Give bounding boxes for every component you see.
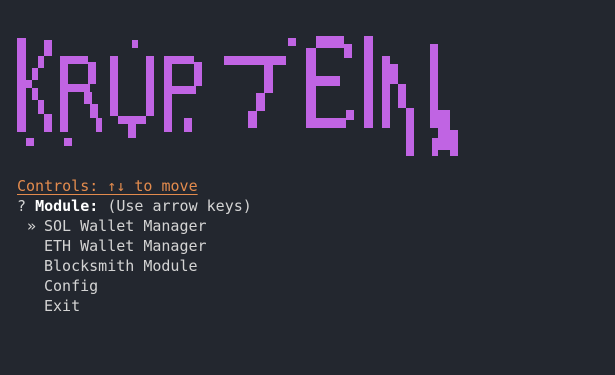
prompt-marker: ? [17, 197, 27, 215]
banner-letter-e [306, 36, 354, 128]
menu-item-label: Config [44, 277, 99, 295]
menu-item-blocksmith-module[interactable]: Blocksmith Module [27, 256, 198, 276]
selection-pointer-icon: » [27, 217, 37, 235]
menu-item-config[interactable]: Config [27, 276, 98, 296]
banner-letter-t [224, 38, 296, 128]
menu-item-eth-wallet-manager[interactable]: ETH Wallet Manager [27, 236, 207, 256]
banner-letter-p [164, 56, 202, 132]
banner-letter-k [17, 38, 52, 146]
menu-item-label: Blocksmith Module [44, 257, 198, 275]
menu-item-exit[interactable]: Exit [27, 296, 80, 316]
banner-letter-y [110, 40, 154, 138]
menu-item-label: Exit [44, 297, 81, 315]
controls-hint: Controls: ↑↓ to move [17, 177, 198, 195]
banner-letter-r [60, 56, 102, 146]
prompt-label: Module: [35, 197, 99, 215]
menu-item-label: ETH Wallet Manager [44, 237, 207, 255]
banner-letter-n [382, 44, 458, 156]
prompt-hint: (Use arrow keys) [107, 197, 252, 215]
kryptein-ascii-banner [17, 36, 458, 156]
banner-letter-i [364, 36, 373, 128]
menu-item-label: SOL Wallet Manager [44, 217, 207, 235]
module-prompt: ? Module: (Use arrow keys) [17, 196, 252, 216]
menu-item-sol-wallet-manager[interactable]: » SOL Wallet Manager [27, 216, 207, 236]
